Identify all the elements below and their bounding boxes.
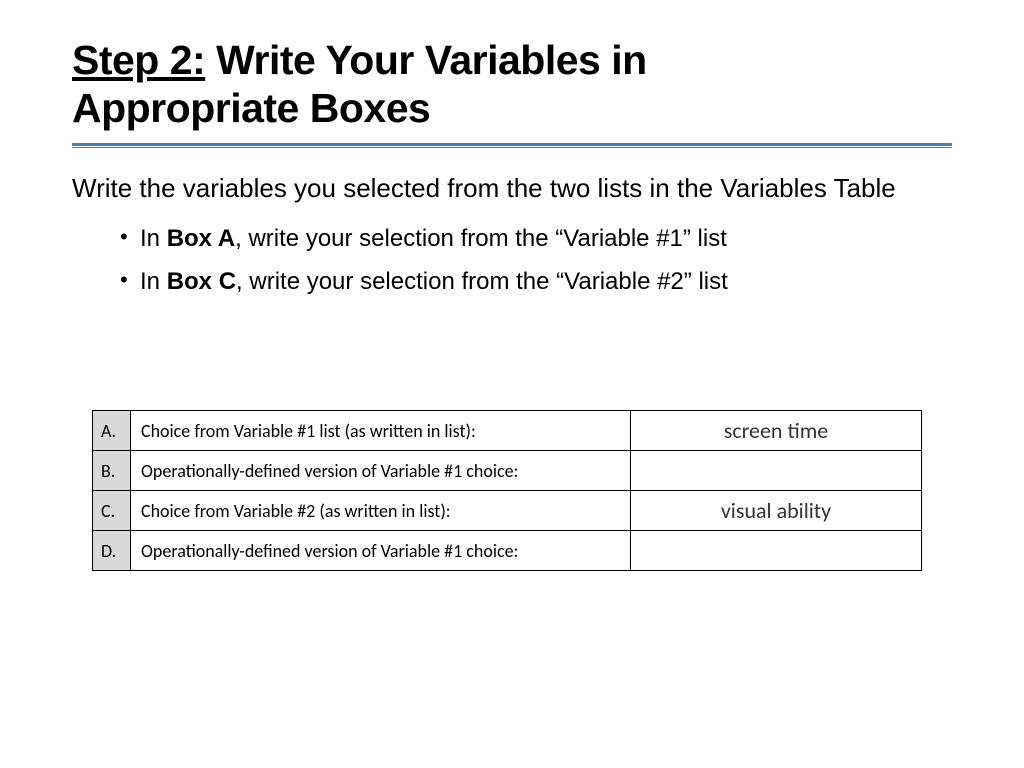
table-row: C. Choice from Variable #2 (as written i… (93, 491, 922, 531)
row-value: screen time (631, 411, 922, 451)
table-row: D. Operationally-defined version of Vari… (93, 531, 922, 571)
title-rest-1: Write Your Variables in (205, 37, 646, 83)
title-divider (72, 143, 952, 149)
title-step-label: Step 2: (72, 37, 205, 83)
row-letter: A. (93, 411, 131, 451)
bullet-pre: In (140, 225, 167, 252)
row-value: visual ability (631, 491, 922, 531)
variables-table-wrap: A. Choice from Variable #1 list (as writ… (72, 410, 952, 571)
bullet-post: , write your selection from the “Variabl… (236, 268, 728, 295)
row-letter: B. (93, 451, 131, 491)
bullet-post: , write your selection from the “Variabl… (235, 225, 727, 252)
row-value (631, 451, 922, 491)
slide-title: Step 2: Write Your Variables in Appropri… (72, 36, 952, 133)
instruction-item: In Box A, write your selection from the … (120, 220, 952, 257)
row-letter: D. (93, 531, 131, 571)
table-row: B. Operationally-defined version of Vari… (93, 451, 922, 491)
title-line-2: Appropriate Boxes (72, 84, 952, 132)
instruction-list: In Box A, write your selection from the … (72, 220, 952, 300)
slide: Step 2: Write Your Variables in Appropri… (0, 0, 1024, 768)
row-desc: Choice from Variable #2 (as written in l… (131, 491, 631, 531)
intro-text: Write the variables you selected from th… (72, 171, 952, 206)
bullet-bold: Box C (167, 268, 236, 295)
row-desc: Operationally-defined version of Variabl… (131, 531, 631, 571)
table-row: A. Choice from Variable #1 list (as writ… (93, 411, 922, 451)
row-value (631, 531, 922, 571)
instruction-item: In Box C, write your selection from the … (120, 263, 952, 300)
title-line-1: Step 2: Write Your Variables in (72, 36, 952, 84)
row-desc: Choice from Variable #1 list (as written… (131, 411, 631, 451)
bullet-pre: In (140, 268, 167, 295)
bullet-bold: Box A (167, 225, 235, 252)
variables-table: A. Choice from Variable #1 list (as writ… (92, 410, 922, 571)
row-desc: Operationally-defined version of Variabl… (131, 451, 631, 491)
row-letter: C. (93, 491, 131, 531)
